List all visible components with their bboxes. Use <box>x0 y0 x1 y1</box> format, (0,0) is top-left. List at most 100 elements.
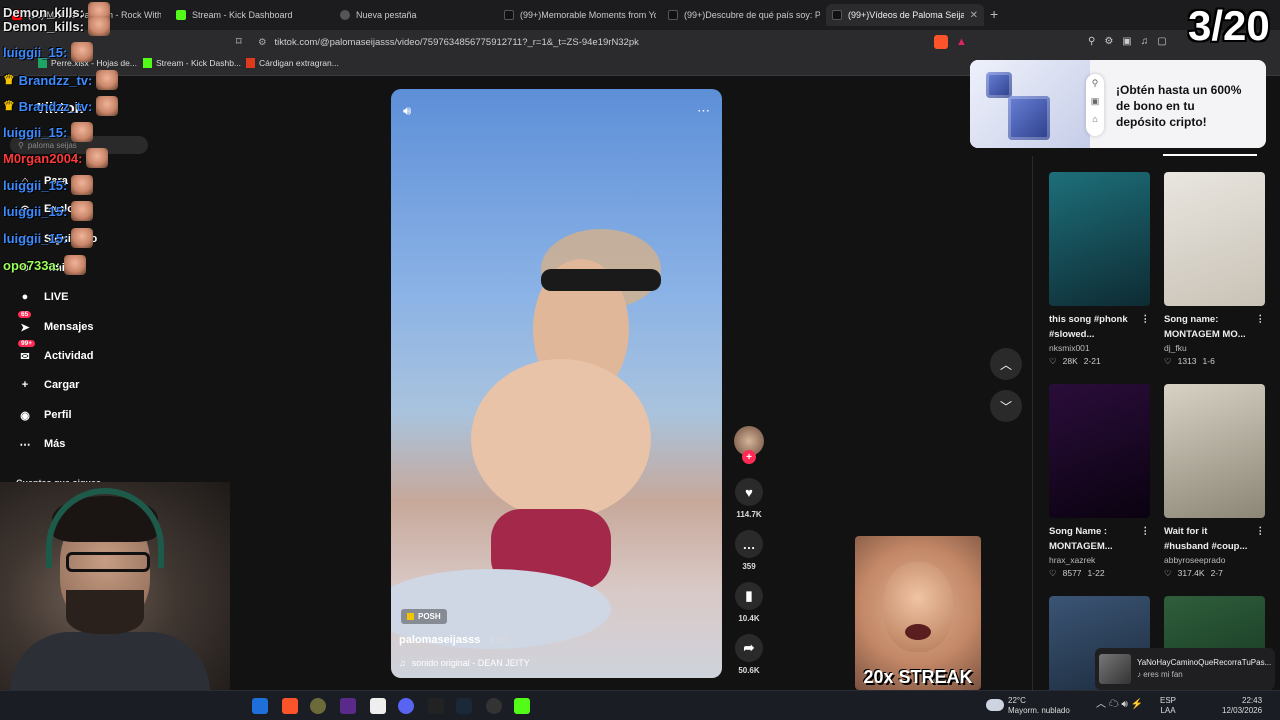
card-user[interactable]: abbyroseeprado <box>1164 555 1265 565</box>
tag-label: POSH <box>418 612 441 621</box>
video-thumbnail[interactable] <box>1164 172 1265 306</box>
tab-label: (99+)Memorable Moments from You <box>520 10 656 20</box>
card-more-icon[interactable]: ⋮ <box>1256 524 1266 554</box>
follow-plus-icon[interactable]: + <box>742 450 756 464</box>
card-stats: ♡ 8577 1-22 <box>1049 568 1150 579</box>
sidebar-item-label: Perfil <box>44 409 72 421</box>
explorer-icon[interactable] <box>252 698 268 714</box>
next-video-button[interactable]: ﹀ <box>990 390 1022 422</box>
url-text: tiktok.com/@palomaseijasss/video/7597634… <box>274 36 639 48</box>
app-icon[interactable] <box>310 698 326 714</box>
video-tag[interactable]: POSH <box>401 609 447 624</box>
language-indicator[interactable]: ESP LAA <box>1160 696 1176 716</box>
upload-icon: + <box>21 379 29 391</box>
tab-tiktok-active[interactable]: (99+)Vídeos de Paloma Seijas ✕ <box>826 4 984 26</box>
tray-icons[interactable]: ︿ ☁ 🔊︎ ⚡ <box>1096 700 1143 710</box>
sidebar-item-upload[interactable]: + Cargar <box>16 376 80 394</box>
kick-icon <box>176 10 186 20</box>
sidebar-item-more[interactable]: ⋯ Más <box>16 435 66 453</box>
heart-button[interactable]: ♥ 114.7K <box>733 478 765 519</box>
terminal-icon[interactable] <box>428 698 444 714</box>
prev-video-button[interactable]: ︿ <box>990 348 1022 380</box>
url-field[interactable]: ⚙ tiktok.com/@palomaseijasss/video/75976… <box>258 33 978 51</box>
video-thumbnail[interactable] <box>1164 384 1265 518</box>
video-author[interactable]: palomaseijasss · 1-20 <box>399 634 507 646</box>
crypto-ad-banner[interactable]: ⚲ ▣ ⌂ ¡Obtén hasta un 600% de bono en tu d… <box>970 60 1266 148</box>
card-more-icon[interactable]: ⋮ <box>1256 312 1266 342</box>
card-likes: 28K <box>1062 356 1078 366</box>
brave-icon[interactable] <box>282 698 298 714</box>
card-more-icon[interactable]: ⋮ <box>1141 312 1151 342</box>
card-user[interactable]: nksmix001 <box>1049 343 1150 353</box>
site-info-icon[interactable]: ⚙ <box>258 37 267 48</box>
card-user[interactable]: dj_fku <box>1164 343 1265 353</box>
card-date: 1-22 <box>1087 568 1105 578</box>
sidebar-item-label: LIVE <box>44 291 69 303</box>
kick-icon[interactable] <box>514 698 530 714</box>
tab-new-tab[interactable]: Nueva pestaña <box>334 4 492 26</box>
card-title: this song #phonk #slowed... <box>1049 314 1128 340</box>
streak-label: 20x STREAK <box>863 667 973 687</box>
steam-icon[interactable] <box>456 698 472 714</box>
grid-video-card[interactable]: Song name: MONTAGEM MO... ⋮ dj_fku ♡ 1313 1-6 <box>1164 172 1265 367</box>
tab-tiktok-pais[interactable]: (99+)Descubre de qué país soy: Perú <box>662 4 820 26</box>
bookmark-kick[interactable]: Stream - Kick Dashb... <box>143 58 241 68</box>
grid-video-card[interactable]: Song Name : MONTAGEM... ⋮ hrax_xazrek ♡ 8577… <box>1049 384 1150 579</box>
video-thumbnail[interactable] <box>1049 172 1150 306</box>
tag-icon <box>407 613 414 620</box>
bookmark-page-icon[interactable]: ⌑ <box>236 35 242 48</box>
sidebar-item-label: Actividad <box>44 350 94 362</box>
close-tab-icon[interactable]: ✕ <box>970 10 978 21</box>
video-date: · 1-20 <box>483 635 507 645</box>
sidebar-item-live[interactable]: ● LIVE <box>16 288 69 306</box>
tab-label: Stream - Kick Dashboard <box>192 10 293 20</box>
video-more-icon[interactable]: ⋯ <box>697 103 710 119</box>
comment-button[interactable]: … 359 <box>733 530 765 571</box>
weather-icon <box>986 699 1004 711</box>
clock-date: 12/03/2026 <box>1222 706 1263 715</box>
discord-icon[interactable] <box>398 698 414 714</box>
grid-tab-underline <box>1163 154 1257 156</box>
share-button[interactable]: ➦ 50.6K <box>733 634 765 675</box>
creator-avatar[interactable]: + <box>733 426 765 464</box>
heart-icon: ♡ <box>1049 356 1057 366</box>
new-tab-button[interactable]: + <box>990 6 998 22</box>
brave-shield-icon[interactable] <box>934 35 948 49</box>
crown-icon: ♛ <box>3 72 15 87</box>
sound-label: sonido original - DEAN JEITY <box>411 658 530 668</box>
notepad-icon[interactable] <box>370 698 386 714</box>
grid-video-card[interactable]: this song #phonk #slowed... ⋮ nksmix001 ♡ 28… <box>1049 172 1150 367</box>
obs-icon[interactable] <box>340 698 356 714</box>
toolbar-icons[interactable]: ⚲⚙▣♫▢ <box>1088 36 1176 47</box>
sidebar-item-bell[interactable]: ✉ 99+ Actividad <box>16 340 94 365</box>
tab-kick-dashboard[interactable]: Stream - Kick Dashboard <box>170 4 328 26</box>
bookmark-shop[interactable]: Cárdigan extragran... <box>246 58 339 68</box>
clock[interactable]: 22:43 12/03/2026 <box>1222 696 1262 716</box>
notification-title: YaNoHayCaminoQueRecorraTuPas... <box>1136 658 1271 667</box>
card-title-row: this song #phonk #slowed... ⋮ <box>1049 312 1150 342</box>
card-more-icon[interactable]: ⋮ <box>1141 524 1151 554</box>
weather-widget[interactable]: 22°C Mayorm. nublado <box>1008 696 1070 716</box>
video-sound[interactable]: ♫ sonido original - DEAN JEITY <box>399 658 530 668</box>
music-notification[interactable]: YaNoHayCaminoQueRecorraTuPas... ♪ eres m… <box>1095 648 1275 690</box>
video-player[interactable]: 🔊︎ ⋯ POSH palomaseijasss · 1-20 ♫ sonido… <box>391 89 722 678</box>
chrome-icon[interactable] <box>486 698 502 714</box>
grid-video-card[interactable]: Wait for it #husband #coup... ⋮ abbyroseep… <box>1164 384 1265 579</box>
sidebar-item-send[interactable]: ➤ 65 Mensajes <box>16 311 94 336</box>
sidebar-item-label: Mensajes <box>44 321 94 333</box>
webcam-overlay <box>0 482 230 702</box>
video-thumbnail[interactable] <box>1049 384 1150 518</box>
volume-icon[interactable]: 🔊︎ <box>403 103 411 119</box>
chat-emote <box>96 70 119 90</box>
tab-tiktok-memorable[interactable]: (99+)Memorable Moments from You <box>498 4 656 26</box>
card-likes: 317.4K <box>1177 568 1205 578</box>
streak-overlay: 20x STREAK <box>855 536 981 690</box>
card-user[interactable]: hrax_xazrek <box>1049 555 1150 565</box>
sidebar-item-profile[interactable]: ◉ Perfil <box>16 406 72 424</box>
bookmark-button[interactable]: ▮ 10.4K <box>733 582 765 623</box>
grid-divider <box>1032 156 1033 690</box>
chat-line: Demon_kills: <box>3 16 110 36</box>
author-name: palomaseijasss <box>399 634 481 646</box>
card-title-row: Wait for it #husband #coup... ⋮ <box>1164 524 1265 554</box>
brave-rewards-icon[interactable]: ▲ <box>956 36 967 48</box>
